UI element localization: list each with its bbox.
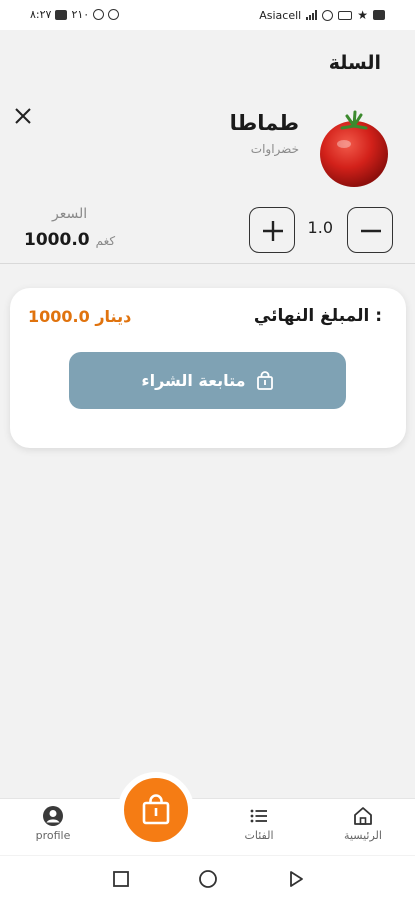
total-label: المبلغ النهائي : (253, 306, 382, 326)
minus-icon (361, 229, 381, 233)
back-button[interactable] (285, 868, 307, 890)
battery-icon (338, 10, 353, 20)
quantity-value: 1.0 (307, 218, 333, 237)
app-header: السلة (0, 30, 415, 100)
shopping-bag-icon (142, 794, 170, 825)
price-row: 1000.0 كغم (24, 230, 115, 250)
circle-icon (199, 870, 217, 888)
home-system-button[interactable] (197, 868, 219, 890)
location-icon (93, 9, 105, 20)
nav-label-categories: الفئات (244, 829, 274, 842)
product-category: خضراوات (250, 142, 299, 156)
nav-label-profile: profile (35, 829, 71, 842)
list-icon (250, 809, 267, 823)
carrier-name: Asiacell (259, 8, 302, 22)
price-label: السعر (52, 206, 88, 222)
price-unit: كغم (95, 234, 116, 248)
square-icon (113, 871, 129, 887)
message-icon (373, 10, 385, 20)
network-speed: ٢١٠ (71, 8, 90, 21)
alarm-icon (108, 9, 120, 20)
home-icon (354, 807, 372, 825)
nav-item-categories[interactable]: الفئات (224, 805, 294, 842)
status-bar: ٨:٢٧ ٢١٠ Asiacell ★ (0, 0, 415, 30)
notification-icon (55, 9, 68, 20)
profile-icon (43, 806, 63, 826)
signal-icon (306, 10, 318, 20)
triangle-back-icon (290, 871, 303, 887)
remove-item-button[interactable] (12, 105, 34, 127)
shopping-bag-icon (256, 370, 273, 390)
status-time: ٨:٢٧ (30, 8, 52, 21)
nav-label-home: الرئيسية (344, 829, 382, 842)
checkout-button[interactable]: متابعة الشراء (69, 352, 346, 409)
close-icon (15, 108, 31, 124)
cart-item: طماطا خضراوات 1.0 السعر 1000.0 كغم (0, 100, 415, 264)
increase-quantity-button[interactable] (249, 207, 295, 253)
status-bar-left: ٨:٢٧ ٢١٠ (30, 8, 120, 21)
product-name: طماطا (229, 111, 299, 135)
wifi-icon (322, 9, 334, 21)
page-title: السلة (328, 52, 381, 74)
checkout-label: متابعة الشراء (141, 371, 246, 390)
nav-item-profile[interactable]: profile (18, 805, 88, 842)
price-value: 1000.0 (24, 230, 90, 250)
plus-icon (263, 221, 283, 241)
cart-fab-button[interactable] (118, 772, 194, 848)
status-bar-right: Asiacell ★ (259, 8, 385, 22)
recents-button[interactable] (110, 868, 132, 890)
decrease-quantity-button[interactable] (347, 207, 393, 253)
tomato-image (320, 110, 388, 187)
star-icon: ★ (357, 8, 368, 22)
system-navigation-bar (0, 856, 415, 900)
total-amount: 1000.0 دينار (28, 307, 132, 326)
bottom-navigation: profile الفئات الرئيسية (0, 798, 415, 855)
nav-item-home[interactable]: الرئيسية (328, 805, 398, 842)
order-summary-card: المبلغ النهائي : 1000.0 دينار متابعة الش… (10, 288, 406, 448)
